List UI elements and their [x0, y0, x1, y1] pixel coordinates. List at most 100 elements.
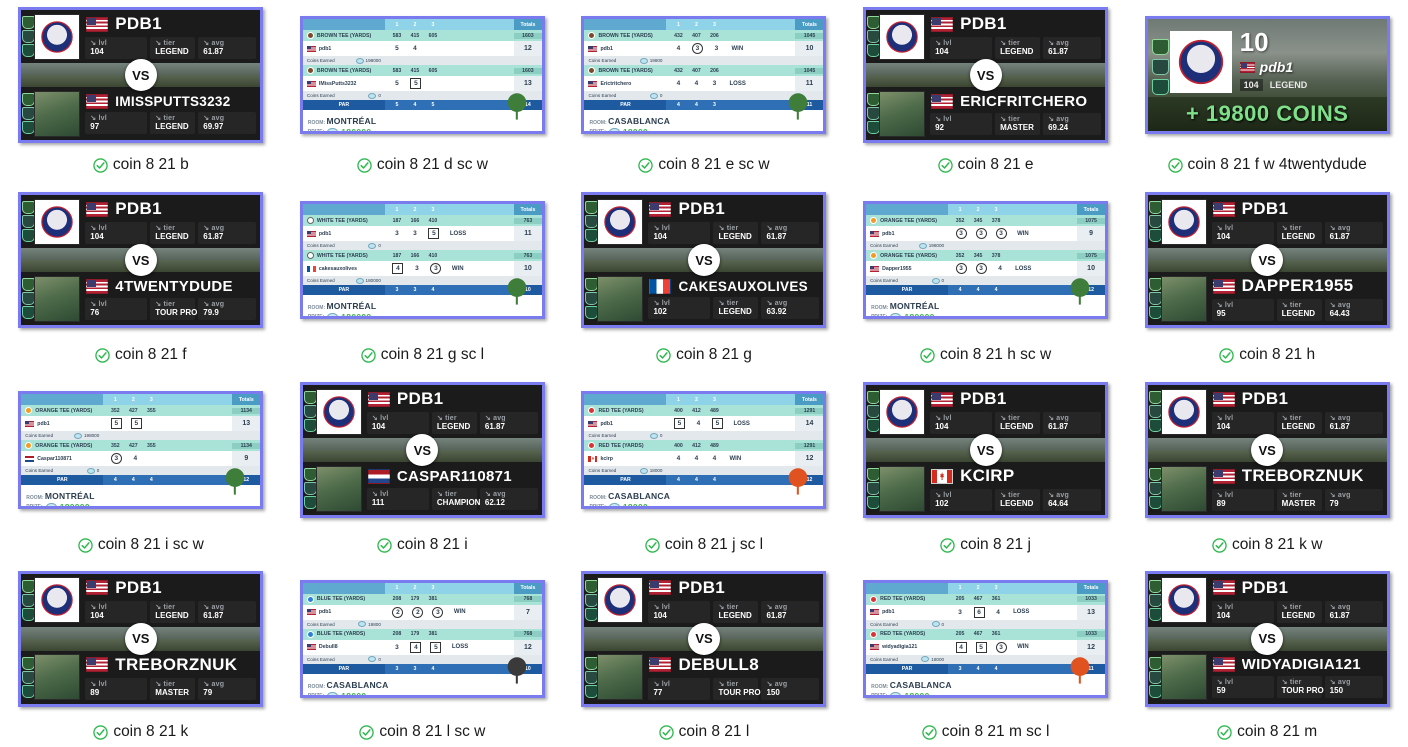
match-card[interactable]: PDB1 ↘ lvl 104 ↘ tier LEGEND ↘ avg 61.87 DEBULL… — [581, 570, 827, 707]
match-card[interactable]: PDB1 ↘ lvl 104 ↘ tier LEGEND ↘ avg 61.87 KCIRP ↘… — [863, 382, 1109, 518]
hole-numbers: 1 2 3 — [948, 583, 1077, 594]
score-total: 12 — [513, 41, 542, 56]
stat-tier-label: ↘ tier — [1000, 40, 1020, 47]
thumbnail-cell[interactable]: PDB1 ↘ lvl 104 ↘ tier LEGEND ↘ avg 61.87 4TWENT… — [0, 180, 282, 370]
thumbnail-cell[interactable]: PDB1 ↘ lvl 104 ↘ tier LEGEND ↘ avg 61.87 TREBOR… — [1126, 370, 1408, 560]
thumbnail-cell[interactable]: PDB1 ↘ lvl 104 ↘ tier LEGEND ↘ avg 61.87 ERICFR… — [845, 0, 1127, 180]
scorecard[interactable]: 1 2 3 Totals RED TEE (YARDS) 400 412 489 1291 pdb… — [581, 391, 827, 509]
player-photo — [1161, 655, 1206, 699]
player-row-bottom: WIDYADIGIA121 ↘ lvl 59 ↘ tier TOUR PRO ↘ avg 1… — [1147, 650, 1387, 704]
score-player-name: pdb1 — [600, 420, 613, 427]
thumbnail-cell[interactable]: PDB1 ↘ lvl 104 ↘ tier LEGEND ↘ avg 61.87 DEBULL… — [563, 560, 845, 747]
thumbnail-cell[interactable]: 1 2 3 Totals ORANGE TEE (YARDS) 352 345 378 1075… — [845, 180, 1127, 370]
thumbnail-caption: coin 8 21 i — [377, 530, 468, 560]
hole-number: 1 — [113, 396, 117, 403]
thumbnail-image[interactable]: PDB1 ↘ lvl 104 ↘ tier LEGEND ↘ avg 61.87 4TWENT… — [0, 180, 282, 340]
thumbnail-image[interactable]: 1 2 3 Totals RED TEE (YARDS) 205 467 361 1033 pdb… — [845, 560, 1127, 717]
tee-label: BROWN TEE (YARDS) — [303, 67, 385, 74]
score-cells: 5 4 5 LOSS — [666, 418, 795, 429]
thumbnail-image[interactable]: PDB1 ↘ lvl 104 ↘ tier LEGEND ↘ avg 61.87 DEBULL… — [563, 560, 845, 717]
scorecard[interactable]: 1 2 3 Totals ORANGE TEE (YARDS) 352 427 355 1134… — [18, 391, 264, 509]
stat-level: ↘ lvl 102 — [930, 489, 993, 511]
thumbnail-cell[interactable]: PDB1 ↘ lvl 104 ↘ tier LEGEND ↘ avg 61.87 IMISSP… — [0, 0, 282, 180]
coins-earned-card[interactable]: 10 pdb1 104 LEGEND + 19800 COINS — [1144, 16, 1390, 134]
match-card[interactable]: PDB1 ↘ lvl 104 ↘ tier LEGEND ↘ avg 61.87 TREBOR… — [1144, 382, 1390, 518]
match-card[interactable]: PDB1 ↘ lvl 104 ↘ tier LEGEND ↘ avg 61.87 4TWENT… — [18, 192, 264, 328]
coins-earned-amount: 198000 — [83, 433, 100, 438]
room-label: ROOM: — [26, 495, 45, 501]
player-name: TREBORZNUK — [1241, 466, 1364, 485]
match-card[interactable]: PDB1 ↘ lvl 104 ↘ tier LEGEND ↘ avg 61.87 CAKESA… — [581, 192, 827, 328]
yardage-total: 1134 — [232, 407, 261, 414]
match-card[interactable]: PDB1 ↘ lvl 104 ↘ tier LEGEND ↘ avg 61.87 ERICFR… — [863, 7, 1109, 143]
thumbnail-image[interactable]: PDB1 ↘ lvl 104 ↘ tier LEGEND ↘ avg 61.87 ERICFR… — [845, 0, 1127, 150]
par-value: 4 — [958, 287, 962, 293]
thumbnail-image[interactable]: PDB1 ↘ lvl 104 ↘ tier LEGEND ↘ avg 61.87 IMISSP… — [0, 0, 282, 150]
player-info: PDB1 ↘ lvl 104 ↘ tier LEGEND ↘ avg 61.87 — [648, 574, 823, 627]
thumbnail-image[interactable]: PDB1 ↘ lvl 104 ↘ tier LEGEND ↘ avg 61.87 CASPAR… — [282, 370, 564, 530]
thumbnail-image[interactable]: 1 2 3 Totals ORANGE TEE (YARDS) 352 427 355 1134… — [0, 370, 282, 530]
stat-tier: ↘ tier MASTER — [1276, 489, 1322, 511]
stat-avg-label: ↘ avg — [766, 225, 788, 232]
thumbnail-cell[interactable]: 1 2 3 Totals ORANGE TEE (YARDS) 352 427 355 1134… — [0, 370, 282, 560]
match-card[interactable]: PDB1 ↘ lvl 104 ↘ tier LEGEND ↘ avg 61.87 DAPPER… — [1144, 192, 1390, 328]
thumbnail-cell[interactable]: PDB1 ↘ lvl 104 ↘ tier LEGEND ↘ avg 61.87 CASPAR… — [282, 370, 564, 560]
stat-level-value: 89 — [1216, 499, 1226, 508]
thumbnail-caption-text: coin 8 21 f — [115, 346, 187, 363]
coin-icon — [327, 128, 339, 131]
match-card[interactable]: PDB1 ↘ lvl 104 ↘ tier LEGEND ↘ avg 61.87 CASPAR… — [299, 382, 545, 518]
par-values: 4 4 4 — [948, 287, 1077, 293]
thumbnail-image[interactable]: PDB1 ↘ lvl 104 ↘ tier LEGEND ↘ avg 61.87 TREBOR… — [0, 560, 282, 717]
thumbnail-cell[interactable]: 1 2 3 Totals RED TEE (YARDS) 205 467 361 1033 pdb… — [845, 560, 1127, 747]
thumbnail-cell[interactable]: PDB1 ↘ lvl 104 ↘ tier LEGEND ↘ avg 61.87 DAPPER… — [1126, 180, 1408, 370]
thumbnail-cell[interactable]: PDB1 ↘ lvl 104 ↘ tier LEGEND ↘ avg 61.87 TREBOR… — [0, 560, 282, 747]
thumbnail-image[interactable]: 10 pdb1 104 LEGEND + 19800 COINS — [1126, 0, 1408, 150]
thumbnail-image[interactable]: PDB1 ↘ lvl 104 ↘ tier LEGEND ↘ avg 61.87 DAPPER… — [1126, 180, 1408, 340]
thumbnail-cell[interactable]: 1 2 3 Totals BLUE TEE (YARDS) 208 179 381 768 pdb… — [282, 560, 564, 747]
thumbnail-image[interactable]: 1 2 3 Totals BLUE TEE (YARDS) 208 179 381 768 pdb… — [282, 560, 564, 717]
thumbnail-image[interactable]: 1 2 3 Totals RED TEE (YARDS) 400 412 489 1291 pdb… — [563, 370, 845, 530]
player-name-line: pdb1 — [1239, 59, 1293, 75]
thumbnail-image[interactable]: PDB1 ↘ lvl 104 ↘ tier LEGEND ↘ avg 61.87 KCIRP ↘… — [845, 370, 1127, 530]
thumbnail-cell[interactable]: 1 2 3 Totals BROWN TEE (YARDS) 432 407 206 1045 p… — [563, 0, 845, 180]
yardage-cell: 179 — [410, 596, 420, 602]
thumbnail-cell[interactable]: PDB1 ↘ lvl 104 ↘ tier LEGEND ↘ avg 61.87 CAKESA… — [563, 180, 845, 370]
thumbnail-image[interactable]: 1 2 3 Totals BROWN TEE (YARDS) 583 415 605 1603 p… — [282, 0, 564, 150]
match-card[interactable]: PDB1 ↘ lvl 104 ↘ tier LEGEND ↘ avg 61.87 TREBOR… — [18, 570, 264, 707]
scorecard[interactable]: 1 2 3 Totals WHITE TEE (YARDS) 187 166 410 763 pd… — [299, 201, 545, 319]
thumbnail-image[interactable]: 1 2 3 Totals WHITE TEE (YARDS) 187 166 410 763 pd… — [282, 180, 564, 340]
thumbnail-cell[interactable]: 10 pdb1 104 LEGEND + 19800 COINS coin 8 21 f … — [1126, 0, 1408, 180]
stat-tier-value: LEGEND — [155, 121, 189, 131]
thumbnail-cell[interactable]: 1 2 3 Totals RED TEE (YARDS) 400 412 489 1291 pdb… — [563, 370, 845, 560]
prize-value: 18000 — [622, 502, 649, 509]
thumbnail-image[interactable]: 1 2 3 Totals BROWN TEE (YARDS) 432 407 206 1045 p… — [563, 0, 845, 150]
thumbnail-image[interactable]: PDB1 ↘ lvl 104 ↘ tier LEGEND ↘ avg 61.87 CAKESA… — [563, 180, 845, 340]
thumbnail-image[interactable]: PDB1 ↘ lvl 104 ↘ tier LEGEND ↘ avg 61.87 TREBOR… — [1126, 370, 1408, 530]
par-value: 4 — [149, 477, 153, 483]
stat-avg: ↘ avg 69.24 — [1043, 112, 1102, 135]
scorecard[interactable]: 1 2 3 Totals BLUE TEE (YARDS) 208 179 381 768 pdb… — [299, 579, 545, 698]
thumbnail-caption-text: coin 8 21 h — [1239, 346, 1316, 363]
scorecard[interactable]: 1 2 3 Totals RED TEE (YARDS) 205 467 361 1033 pdb… — [863, 579, 1109, 698]
player-stats: ↘ lvl 104 ↘ tier LEGEND ↘ avg 61.87 — [1211, 412, 1383, 434]
match-card[interactable]: PDB1 ↘ lvl 104 ↘ tier LEGEND ↘ avg 61.87 IMISSP… — [18, 7, 264, 143]
thumbnail-cell[interactable]: 1 2 3 Totals WHITE TEE (YARDS) 187 166 410 763 pd… — [282, 180, 564, 370]
par-value: 4 — [131, 477, 135, 483]
flag-icon-us — [86, 657, 109, 672]
thumbnail-image[interactable]: PDB1 ↘ lvl 104 ↘ tier LEGEND ↘ avg 61.87 WIDYAD… — [1126, 560, 1408, 717]
scorecard[interactable]: 1 2 3 Totals ORANGE TEE (YARDS) 352 345 378 1075… — [863, 201, 1109, 319]
thumbnail-cell[interactable]: 1 2 3 Totals BROWN TEE (YARDS) 583 415 605 1603 p… — [282, 0, 564, 180]
coin-icon — [368, 656, 377, 662]
thumbnail-cell[interactable]: PDB1 ↘ lvl 104 ↘ tier LEGEND ↘ avg 61.87 WIDYAD… — [1126, 560, 1408, 747]
par-value: 3 — [413, 665, 417, 672]
thumbnail-image[interactable]: 1 2 3 Totals ORANGE TEE (YARDS) 352 345 378 1075… — [845, 180, 1127, 340]
par-value: 4 — [994, 665, 998, 672]
trophy-badge-stack — [584, 272, 599, 325]
thumbnail-cell[interactable]: PDB1 ↘ lvl 104 ↘ tier LEGEND ↘ avg 61.87 KCIRP ↘… — [845, 370, 1127, 560]
stat-avg: ↘ avg 61.87 — [198, 37, 257, 59]
match-card[interactable]: PDB1 ↘ lvl 104 ↘ tier LEGEND ↘ avg 61.87 WIDYAD… — [1144, 570, 1390, 707]
scorecard[interactable]: 1 2 3 Totals BROWN TEE (YARDS) 583 415 605 1603 p… — [299, 16, 545, 134]
scorecard[interactable]: 1 2 3 Totals BROWN TEE (YARDS) 432 407 206 1045 p… — [581, 16, 827, 134]
clan-logo-icon — [1161, 389, 1206, 434]
yardage-cell: 179 — [410, 631, 420, 637]
